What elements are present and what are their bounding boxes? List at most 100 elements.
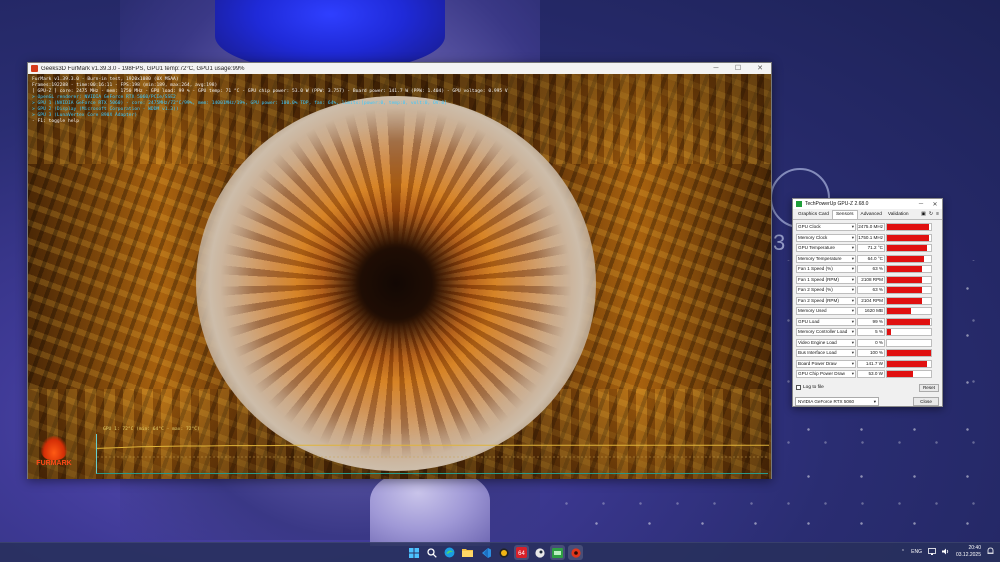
sensor-name-select[interactable]: Video Engine Load bbox=[796, 338, 856, 347]
sensor-row: Board Power Draw141.7 W bbox=[796, 359, 939, 370]
sensor-name-select[interactable]: Fan 2 Speed (RPM) bbox=[796, 296, 856, 305]
gpuz-window[interactable]: TechPowerUp GPU-Z 2.68.0 ─ ✕ Graphics Ca… bbox=[792, 198, 943, 407]
sensor-graph bbox=[886, 275, 932, 284]
furmark-window[interactable]: Geeks3D FurMark v1.39.3.0 - 198FPS, GPU1… bbox=[27, 62, 772, 479]
gpuz-footer: Log to file Reset bbox=[796, 384, 939, 392]
gpuz-window-title: TechPowerUp GPU-Z 2.68.0 bbox=[805, 201, 869, 207]
aida64-icon[interactable]: 64 bbox=[514, 545, 529, 560]
sensor-row: GPU Clock2475.0 MHz bbox=[796, 222, 939, 233]
sensor-graph-fill bbox=[887, 297, 923, 304]
sensor-graph bbox=[886, 338, 932, 347]
sensor-value: 141.7 W bbox=[857, 359, 885, 368]
camera-icon[interactable]: ▣ bbox=[921, 211, 926, 217]
sensor-graph-fill bbox=[887, 360, 927, 367]
tab-validation[interactable]: Validation bbox=[885, 211, 912, 219]
file-explorer-icon[interactable] bbox=[460, 545, 475, 560]
windows-start-icon[interactable] bbox=[406, 545, 421, 560]
minimize-icon[interactable]: ─ bbox=[705, 63, 727, 74]
sensor-row: Memory Clock1750.1 MHz bbox=[796, 233, 939, 244]
sensor-name-select[interactable]: Memory Used bbox=[796, 307, 856, 316]
sensor-graph-fill bbox=[887, 255, 925, 262]
taskbar-clock[interactable]: 20:40 03.12.2025 bbox=[956, 545, 981, 559]
wallpaper-digit: 3 bbox=[773, 230, 786, 255]
menu-icon[interactable]: ≡ bbox=[936, 211, 939, 217]
sensor-value: 99 % bbox=[857, 317, 885, 326]
furmark-titlebar[interactable]: Geeks3D FurMark v1.39.3.0 - 198FPS, GPU1… bbox=[28, 63, 771, 74]
wallpaper-hood bbox=[370, 470, 490, 546]
vscode-icon[interactable] bbox=[478, 545, 493, 560]
taskbar: 64 ⌃ ENG 20:40 03.12.2025 bbox=[0, 542, 1000, 562]
sensor-name-select[interactable]: Fan 1 Speed (%) bbox=[796, 265, 856, 274]
sensor-value: 71.2 °C bbox=[857, 244, 885, 253]
notification-bell-icon[interactable] bbox=[987, 547, 994, 557]
sensor-name-select[interactable]: Fan 1 Speed (RPM) bbox=[796, 275, 856, 284]
gpuz-app-icon bbox=[796, 201, 802, 207]
sensor-name-select[interactable]: GPU Load bbox=[796, 317, 856, 326]
sensor-name-select[interactable]: Board Power Draw bbox=[796, 359, 856, 368]
sensor-graph bbox=[886, 233, 932, 242]
system-tray: ⌃ ENG 20:40 03.12.2025 bbox=[901, 545, 994, 559]
sensor-name-select[interactable]: Memory Temperature bbox=[796, 254, 856, 263]
search-icon[interactable] bbox=[424, 545, 439, 560]
steam-icon[interactable] bbox=[532, 545, 547, 560]
log-to-file-label: Log to file bbox=[803, 385, 824, 390]
sensor-graph bbox=[886, 223, 932, 232]
log-to-file-checkbox[interactable] bbox=[796, 385, 801, 390]
sensor-row: Fan 1 Speed (%)63 % bbox=[796, 264, 939, 275]
close-icon[interactable]: ✕ bbox=[749, 63, 771, 74]
msi-afterburner-icon[interactable] bbox=[496, 545, 511, 560]
maximize-icon[interactable]: ☐ bbox=[727, 63, 749, 74]
furmark-logo: FURMARK bbox=[32, 434, 76, 476]
sensor-list: GPU Clock2475.0 MHzMemory Clock1750.1 MH… bbox=[793, 220, 942, 378]
sensor-row: Video Engine Load0 % bbox=[796, 338, 939, 349]
gpuz-titlebar[interactable]: TechPowerUp GPU-Z 2.68.0 ─ ✕ bbox=[793, 199, 942, 209]
tab-sensors[interactable]: Sensors bbox=[831, 210, 858, 219]
minimize-icon[interactable]: ─ bbox=[914, 201, 928, 207]
flame-icon bbox=[41, 436, 67, 460]
sensor-graph bbox=[886, 286, 932, 295]
osd-line: - F1: toggle help bbox=[32, 119, 80, 124]
temperature-graph-svg bbox=[97, 444, 769, 458]
sensor-name-select[interactable]: GPU Chip Power Draw bbox=[796, 370, 856, 378]
network-icon[interactable] bbox=[928, 547, 936, 557]
sensor-name-select[interactable]: GPU Temperature bbox=[796, 244, 856, 253]
sensor-graph bbox=[886, 254, 932, 263]
sensor-name-select[interactable]: Memory Clock bbox=[796, 233, 856, 242]
sensor-graph bbox=[886, 244, 932, 253]
sensor-value: 53.0 W bbox=[857, 370, 885, 378]
sensor-graph-fill bbox=[887, 266, 923, 273]
sensor-name-select[interactable]: GPU Clock bbox=[796, 223, 856, 232]
edge-icon[interactable] bbox=[442, 545, 457, 560]
sensor-row: Fan 2 Speed (%)63 % bbox=[796, 285, 939, 296]
sensor-name-select[interactable]: Memory Controller Load bbox=[796, 328, 856, 337]
sensor-value: 2108 RPM bbox=[857, 275, 885, 284]
sensor-graph-fill bbox=[887, 245, 927, 252]
tab-advanced[interactable]: Advanced bbox=[858, 211, 885, 219]
sensor-name-select[interactable]: Bus Interface Load bbox=[796, 349, 856, 358]
sensor-value: 5 % bbox=[857, 328, 885, 337]
volume-icon[interactable] bbox=[941, 548, 950, 557]
close-icon[interactable]: ✕ bbox=[928, 201, 942, 208]
language-indicator[interactable]: ENG bbox=[911, 549, 922, 555]
temperature-series-line bbox=[97, 444, 769, 449]
refresh-icon[interactable]: ↻ bbox=[929, 211, 933, 217]
sensor-graph bbox=[886, 349, 932, 358]
sensor-row: Memory Controller Load5 % bbox=[796, 327, 939, 338]
sensor-name-select[interactable]: Fan 2 Speed (%) bbox=[796, 286, 856, 295]
furmark-icon[interactable] bbox=[568, 545, 583, 560]
device-select[interactable]: NVIDIA GeForce RTX 5060 bbox=[795, 397, 879, 406]
sensor-row: GPU Chip Power Draw53.0 W bbox=[796, 369, 939, 378]
chevron-up-icon[interactable]: ⌃ bbox=[901, 549, 905, 555]
sensor-graph bbox=[886, 370, 932, 378]
sensor-graph bbox=[886, 265, 932, 274]
furmark-window-title: Geeks3D FurMark v1.39.3.0 - 198FPS, GPU1… bbox=[41, 65, 245, 72]
reset-button[interactable]: Reset bbox=[919, 384, 939, 392]
tab-graphics-card[interactable]: Graphics Card bbox=[795, 211, 832, 219]
osd-overlay: FurMark v1.39.3.0 - Burn-in test, 1920x1… bbox=[32, 77, 508, 125]
gpuz-icon[interactable] bbox=[550, 545, 565, 560]
close-button[interactable]: Close bbox=[913, 397, 939, 406]
sensor-graph bbox=[886, 359, 932, 368]
sensor-value: 100 % bbox=[857, 349, 885, 358]
sensor-graph-fill bbox=[887, 318, 930, 325]
sensor-graph-fill bbox=[887, 276, 923, 283]
